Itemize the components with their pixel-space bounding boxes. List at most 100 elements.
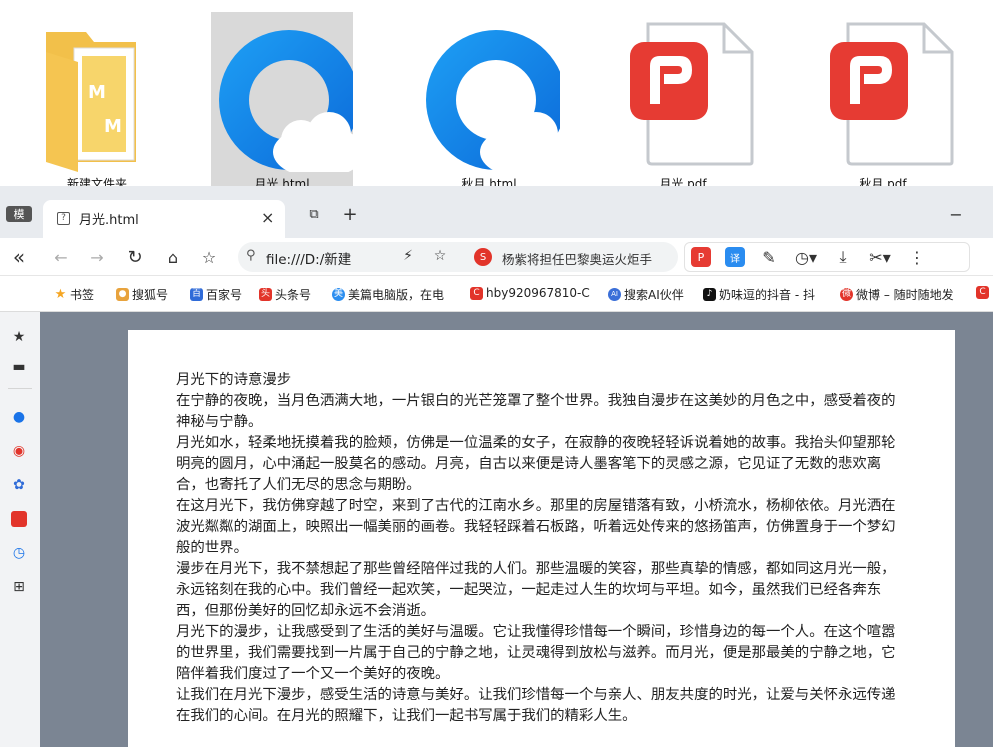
bookmark-item[interactable]: C hby920967810-C: [470, 286, 596, 300]
clock-app-icon[interactable]: ◷: [8, 542, 30, 564]
bookmark-item[interactable]: 美 美篇电脑版，在电: [332, 286, 460, 303]
ai-search-icon: AI: [608, 288, 621, 301]
sidebar-divider: [8, 388, 32, 389]
html-file-icon: [426, 30, 560, 172]
star-icon: ★: [54, 287, 67, 302]
forward-icon[interactable]: →: [86, 246, 108, 268]
tab-close-icon[interactable]: ×: [261, 208, 274, 227]
desktop-item-html-1[interactable]: 月光.html: [211, 12, 353, 186]
download-icon[interactable]: ⤓: [833, 247, 853, 267]
add-favorite-icon[interactable]: ☆: [430, 246, 450, 266]
screenshot-scissors-icon[interactable]: ✂▾: [865, 247, 895, 267]
document-paragraph: 漫步在月光下，我不禁想起了那些曾经陪伴过我的人们。那些温暖的笑容，那些真挚的情感…: [176, 561, 896, 619]
new-tab-button[interactable]: +: [340, 204, 360, 225]
bookmark-label: 头条号: [275, 288, 312, 302]
bookmark-item[interactable]: ★ 书签: [54, 286, 94, 303]
desktop-item-label: 秋月.pdf: [859, 177, 907, 186]
document-paragraph: 在这月光下，我仿佛穿越了时空，来到了古代的江南水乡。那里的房屋错落有致，小桥流水…: [176, 498, 896, 556]
bookmark-item[interactable]: AI 搜索AI伙伴: [608, 286, 684, 303]
pdf-file-icon: [830, 22, 954, 166]
sohu-icon: ●: [116, 288, 129, 301]
bookmark-label: 微博 – 随时随地发: [856, 288, 954, 302]
bookmark-label: hby920967810-C: [486, 286, 590, 300]
pdf-file-icon: [630, 22, 754, 166]
meipian-icon: 美: [332, 288, 345, 301]
mode-toggle-button[interactable]: 模: [6, 206, 32, 222]
desktop-item-label: 月光.html: [254, 177, 310, 186]
baidu-paw-icon[interactable]: ✿: [8, 474, 30, 496]
html-file-icon: [219, 30, 353, 172]
desktop-item-folder[interactable]: M M 新建文件夹: [26, 12, 168, 186]
desktop-item-label: 秋月.html: [461, 177, 517, 186]
bookmark-item-overflow[interactable]: C: [976, 286, 989, 299]
add-app-icon[interactable]: ⊞: [8, 576, 30, 598]
bookmark-label: 书签: [70, 288, 95, 302]
document-paragraph: 月光下的漫步，让我感受到了生活的美好与温暖。它让我懂得珍惜每一个瞬间，珍惜身边的…: [176, 624, 896, 682]
document-title: 月光下的诗意漫步: [176, 372, 292, 388]
translate-icon[interactable]: 译: [725, 247, 745, 267]
weibo-icon: 微: [840, 288, 853, 301]
pdf-extension-icon[interactable]: P: [691, 247, 711, 267]
tab-grid-icon[interactable]: ⧉: [304, 204, 324, 224]
browser-window: 模 ? 月光.html × ⧉ + − « ← → ↻ ⌂ ☆ ⚲ file:/…: [0, 186, 993, 747]
back-icon[interactable]: ←: [50, 246, 72, 268]
bookmarks-bar: ★ 书签 ● 搜狐号 百 百家号 头 头条号 美 美篇电脑版，在电 C hby9…: [0, 276, 993, 312]
douyin-icon: ♪: [703, 288, 716, 301]
browser-app-icon[interactable]: ●: [8, 406, 30, 428]
mode-label: 模: [13, 208, 25, 221]
search-icon: ⚲: [246, 248, 256, 263]
history-icon[interactable]: ◷▾: [791, 247, 821, 267]
home-icon[interactable]: ⌂: [162, 246, 184, 268]
svg-text:M: M: [104, 116, 122, 137]
document-paragraph: 在宁静的夜晚，当月色洒满大地，一片银白的光芒笼罩了整个世界。我独自漫步在这美妙的…: [176, 393, 896, 430]
desktop-item-html-2[interactable]: 秋月.html: [418, 12, 560, 186]
desktop-item-pdf-1[interactable]: 月光.pdf: [612, 12, 754, 186]
bookmark-item[interactable]: 百 百家号: [190, 286, 242, 303]
file-favicon-icon: ?: [57, 212, 70, 225]
address-url[interactable]: file:///D:/新建: [266, 248, 351, 268]
desktop-item-pdf-2[interactable]: 秋月.pdf: [812, 12, 954, 186]
csdn-icon: C: [976, 286, 989, 299]
news-ticker[interactable]: 杨紫将担任巴黎奥运火炬手: [502, 249, 674, 268]
navigation-toolbar: « ← → ↻ ⌂ ☆ ⚲ file:///D:/新建 ⚡ ☆ S 杨紫将担任巴…: [0, 238, 993, 276]
edit-icon[interactable]: ✎: [759, 247, 779, 267]
bookmark-item[interactable]: ♪ 奶味逗的抖音 - 抖: [703, 286, 829, 303]
bookmark-item[interactable]: 头 头条号: [259, 286, 311, 303]
document-viewer: 月光下的诗意漫步 在宁静的夜晚，当月色洒满大地，一片银白的光芒笼罩了整个世界。我…: [40, 312, 993, 747]
red-app-icon[interactable]: [8, 508, 30, 530]
baijia-icon: 百: [190, 288, 203, 301]
sidebar: ★ ▬ ● ◉ ✿ ◷ ⊞: [0, 312, 40, 747]
toutiao-icon: 头: [259, 288, 272, 301]
svg-text:M: M: [88, 82, 106, 103]
extension-area: P 译 ✎ ◷▾ ⤓ ✂▾ ⋮: [684, 242, 970, 272]
desktop: M M 新建文件夹 月光.html 秋月.html 月光.pdf 秋月.pdf: [0, 0, 993, 186]
favorite-star-icon[interactable]: ☆: [198, 246, 220, 268]
bookmark-label: 美篇电脑版，在电: [348, 288, 445, 302]
desktop-item-label: 月光.pdf: [659, 177, 707, 186]
minimize-button[interactable]: −: [946, 204, 966, 224]
tab-title: 月光.html: [79, 213, 139, 228]
bookmark-item[interactable]: ● 搜狐号: [116, 286, 168, 303]
address-bar[interactable]: ⚲ file:///D:/新建 ⚡ ☆ S 杨紫将担任巴黎奥运火炬手: [238, 242, 678, 272]
reload-icon[interactable]: ↻: [124, 246, 146, 268]
tab-active[interactable]: ? 月光.html ×: [43, 200, 285, 238]
bookmark-label: 搜狐号: [132, 288, 169, 302]
csdn-icon: C: [470, 286, 483, 300]
search-engine-icon[interactable]: S: [474, 248, 492, 266]
desktop-item-label: 新建文件夹: [66, 177, 127, 186]
collapse-sidebar-icon[interactable]: «: [8, 245, 30, 269]
bookmark-label: 奶味逗的抖音 - 抖: [719, 288, 815, 302]
folder-icon: M M: [46, 32, 136, 172]
document-paragraph: 让我们在月光下漫步，感受生活的诗意与美好。让我们珍惜每一个与亲人、朋友共度的时光…: [176, 687, 896, 724]
document-paragraph: 月光如水，轻柔地抚摸着我的脸颊，仿佛是一位温柔的女子，在寂静的夜晚轻轻诉说着她的…: [176, 435, 896, 493]
lightning-icon[interactable]: ⚡: [398, 246, 418, 266]
bookmark-label: 搜索AI伙伴: [624, 288, 684, 302]
bookmark-item[interactable]: 微 微博 – 随时随地发: [840, 286, 968, 303]
more-menu-icon[interactable]: ⋮: [907, 247, 927, 267]
tab-bar: 模 ? 月光.html × ⧉ + −: [0, 186, 993, 238]
document-page: 月光下的诗意漫步 在宁静的夜晚，当月色洒满大地，一片银白的光芒笼罩了整个世界。我…: [128, 330, 955, 747]
bookmark-label: 百家号: [206, 288, 243, 302]
colorful-app-icon[interactable]: ◉: [8, 440, 30, 462]
favorites-star-icon[interactable]: ★: [8, 326, 30, 348]
folder-icon[interactable]: ▬: [8, 356, 30, 378]
